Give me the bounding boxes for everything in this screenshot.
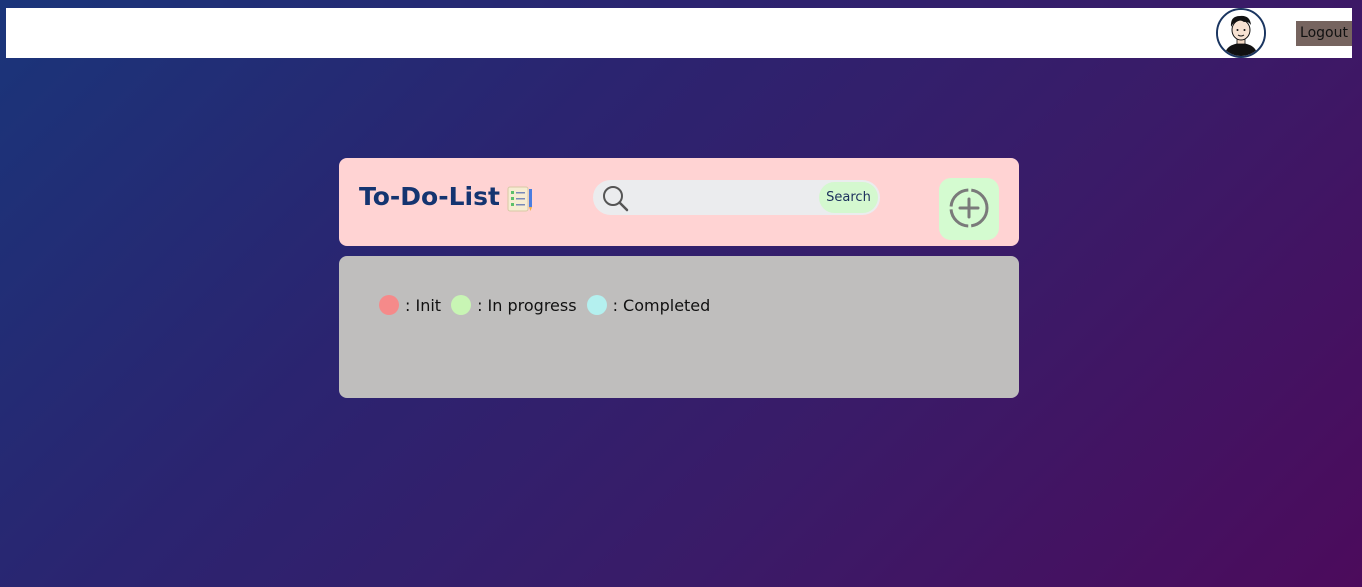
legend-item-init: : Init <box>379 295 441 315</box>
add-task-button[interactable] <box>939 178 999 240</box>
legend-label-in-progress: : In progress <box>477 295 577 315</box>
status-dot-in-progress <box>451 295 472 315</box>
task-list-card: : Init : In progress : Completed <box>339 256 1019 398</box>
legend-label-completed: : Completed <box>612 295 711 315</box>
status-dot-init <box>379 295 399 315</box>
add-circle-icon <box>948 187 990 229</box>
search-button[interactable]: Search <box>819 182 878 213</box>
search-input[interactable] <box>633 183 817 213</box>
todo-header-card: To-Do-List Search <box>339 158 1019 246</box>
legend-item-in-progress: : In progress <box>451 295 577 315</box>
search-icon <box>601 184 629 212</box>
checklist-icon <box>507 186 533 212</box>
logout-button[interactable]: Logout <box>1296 21 1352 46</box>
search-bar: Search <box>593 180 880 215</box>
legend-label-init: : Init <box>405 295 442 315</box>
user-avatar-icon[interactable] <box>1216 8 1266 58</box>
status-dot-completed <box>586 295 607 315</box>
status-legend: : Init : In progress : Completed <box>379 295 720 315</box>
top-navbar: Logout <box>6 8 1352 58</box>
legend-item-completed: : Completed <box>586 295 711 315</box>
page-title: To-Do-List <box>359 182 500 211</box>
